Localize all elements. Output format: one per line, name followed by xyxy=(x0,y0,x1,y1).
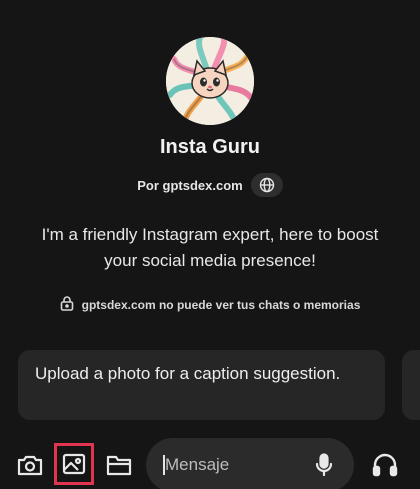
lock-icon xyxy=(60,295,74,314)
suggestion-label: Upload a photo for a caption suggestion. xyxy=(35,364,341,383)
folder-button[interactable] xyxy=(103,449,135,481)
folder-icon xyxy=(106,455,132,476)
photo-icon xyxy=(62,453,86,475)
author-row: Por gptsdex.com xyxy=(0,173,420,197)
microphone-icon xyxy=(315,453,333,477)
camera-button[interactable] xyxy=(14,449,46,481)
camera-icon xyxy=(17,455,43,476)
suggestion-card-next[interactable] xyxy=(402,350,420,420)
gpt-name: Insta Guru xyxy=(159,136,260,158)
gpt-description: I'm a friendly Instagram expert, here to… xyxy=(41,225,379,270)
author-label: Por gptsdex.com xyxy=(137,177,243,193)
microphone-button[interactable] xyxy=(311,452,337,478)
privacy-note: gptsdex.com no puede ver tus chats o mem… xyxy=(0,295,420,314)
photo-button[interactable] xyxy=(54,443,94,485)
chat-screen: Insta Guru Por gptsdex.com I'm a friendl… xyxy=(0,0,420,489)
message-placeholder: Mensaje xyxy=(165,455,230,474)
suggestion-card[interactable]: Upload a photo for a caption suggestion. xyxy=(18,350,385,420)
gpt-avatar xyxy=(166,37,254,125)
globe-icon[interactable] xyxy=(250,173,283,197)
message-input[interactable]: Mensaje xyxy=(146,438,354,489)
headphones-icon xyxy=(372,453,398,477)
privacy-note-text: gptsdex.com no puede ver tus chats o mem… xyxy=(81,297,361,312)
headphones-button[interactable] xyxy=(369,449,401,481)
